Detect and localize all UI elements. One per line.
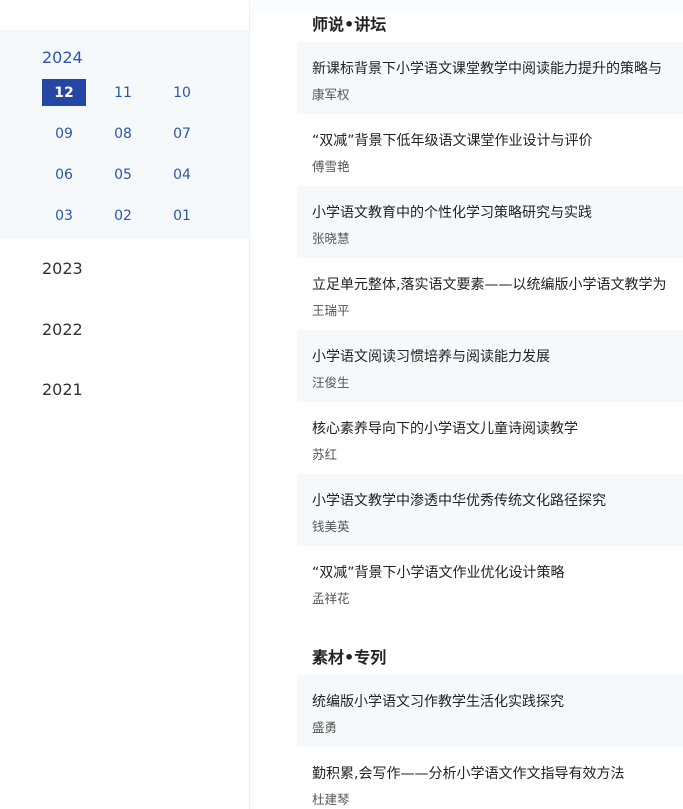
article-list: 师说•讲坛 新课标背景下小学语文课堂教学中阅读能力提升的策略与 康军权 “双减”背景下… (297, 0, 683, 809)
article-author: 王瑞平 (312, 303, 350, 318)
month-10[interactable]: 10 (160, 79, 204, 106)
article-item[interactable]: 统编版小学语文习作教学生活化实践探究盛勇 (297, 675, 683, 747)
article-item[interactable]: “双减”背景下小学语文作业优化设计策略孟祥花 (297, 546, 683, 618)
article-item[interactable]: 小学语文教育中的个性化学习策略研究与实践张晓慧 (297, 186, 683, 258)
month-09[interactable]: 09 (42, 120, 86, 147)
article-title-link[interactable]: 小学语文教育中的个性化学习策略研究与实践 (312, 202, 592, 222)
archive-sidebar: 2024 12 11 10 09 08 07 06 05 04 03 02 01 2023 2022 20… (0, 0, 250, 809)
article-item[interactable]: “双减”背景下低年级语文课堂作业设计与评价傅雪艳 (297, 114, 683, 186)
article-title-link[interactable]: “双减”背景下小学语文作业优化设计策略 (312, 562, 565, 582)
article-title-link[interactable]: 核心素养导向下的小学语文儿童诗阅读教学 (312, 418, 578, 438)
month-12[interactable]: 12 (42, 79, 86, 106)
article-title-link[interactable]: 小学语文阅读习惯培养与阅读能力发展 (312, 346, 550, 366)
month-02[interactable]: 02 (101, 202, 145, 229)
year-2022-toggle[interactable]: 2022 (42, 320, 83, 339)
month-04[interactable]: 04 (160, 161, 204, 188)
article-title-link[interactable]: 新课标背景下小学语文课堂教学中阅读能力提升的策略与 (312, 58, 662, 78)
article-author: 钱美英 (312, 519, 350, 534)
article-title-link[interactable]: 统编版小学语文习作教学生活化实践探究 (312, 691, 564, 711)
article-title-link[interactable]: 立足单元整体,落实语文要素——以统编版小学语文教学为 (312, 274, 666, 294)
month-05[interactable]: 05 (101, 161, 145, 188)
month-06[interactable]: 06 (42, 161, 86, 188)
article-item[interactable]: 勤积累,会写作——分析小学语文作文指导有效方法杜建琴 (297, 747, 683, 809)
section-title: 师说•讲坛 (312, 15, 387, 34)
article-item[interactable]: 立足单元整体,落实语文要素——以统编版小学语文教学为王瑞平 (297, 258, 683, 330)
section-title: 素材•专列 (312, 648, 387, 667)
month-01[interactable]: 01 (160, 202, 204, 229)
year-2021-toggle[interactable]: 2021 (42, 380, 83, 399)
article-author: 苏红 (312, 447, 338, 462)
article-author: 汪俊生 (312, 375, 350, 390)
year-2023-toggle[interactable]: 2023 (42, 259, 83, 278)
article-author: 孟祥花 (312, 591, 350, 606)
article-author: 张晓慧 (312, 231, 350, 246)
month-03[interactable]: 03 (42, 202, 86, 229)
year-2024-toggle[interactable]: 2024 (42, 48, 83, 67)
article-author: 傅雪艳 (312, 159, 350, 174)
article-title-link[interactable]: 小学语文教学中渗透中华优秀传统文化路径探究 (312, 490, 606, 510)
month-grid: 12 11 10 09 08 07 06 05 04 03 02 01 (42, 79, 204, 229)
article-author: 杜建琴 (312, 792, 350, 807)
month-07[interactable]: 07 (160, 120, 204, 147)
article-author: 康军权 (312, 87, 350, 102)
article-title-link[interactable]: 勤积累,会写作——分析小学语文作文指导有效方法 (312, 763, 624, 783)
article-item[interactable]: 小学语文阅读习惯培养与阅读能力发展汪俊生 (297, 330, 683, 402)
article-author: 盛勇 (312, 720, 338, 735)
article-item[interactable]: 新课标背景下小学语文课堂教学中阅读能力提升的策略与康军权 (297, 42, 683, 114)
article-title-link[interactable]: “双减”背景下低年级语文课堂作业设计与评价 (312, 130, 593, 150)
article-item[interactable]: 核心素养导向下的小学语文儿童诗阅读教学苏红 (297, 402, 683, 474)
article-item[interactable]: 小学语文教学中渗透中华优秀传统文化路径探究钱美英 (297, 474, 683, 546)
month-08[interactable]: 08 (101, 120, 145, 147)
month-11[interactable]: 11 (101, 79, 145, 106)
